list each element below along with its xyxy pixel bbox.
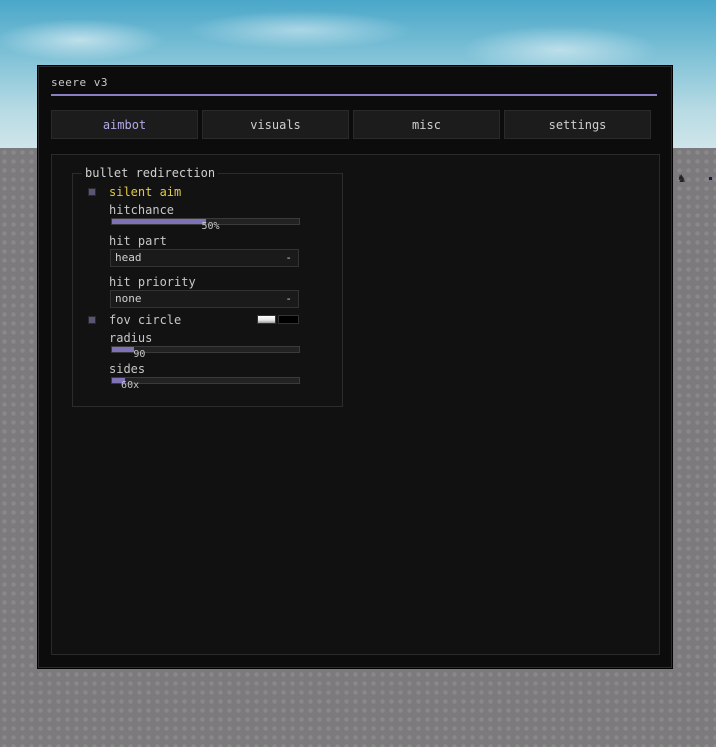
hit-part-dropdown[interactable]: head -: [110, 249, 299, 267]
tab-bar: aimbot visuals misc settings: [51, 110, 657, 140]
silent-aim-checkbox[interactable]: [88, 188, 96, 196]
window-title: seere v3: [51, 76, 108, 89]
section-title: bullet redirection: [82, 166, 219, 180]
radius-value: 90: [133, 349, 146, 360]
hit-part-label: hit part: [109, 234, 167, 248]
dropdown-arrow-icon: -: [285, 292, 292, 305]
title-accent-line: [51, 94, 657, 96]
cheat-menu-window: seere v3 aimbot visuals misc settings bu…: [38, 66, 672, 668]
silent-aim-label: silent aim: [109, 185, 182, 199]
hitchance-slider-fill: [112, 219, 206, 224]
radius-label: radius: [109, 331, 153, 345]
radius-slider-fill: [112, 347, 135, 352]
fov-circle-label: fov circle: [109, 313, 182, 327]
fov-color-swatch-secondary[interactable]: [278, 315, 299, 324]
fov-circle-checkbox[interactable]: [88, 316, 96, 324]
hit-priority-dropdown[interactable]: none -: [110, 290, 299, 308]
tab-aimbot[interactable]: aimbot: [51, 110, 198, 139]
sides-slider[interactable]: [111, 377, 300, 384]
hit-priority-value: none: [115, 292, 142, 305]
hit-part-value: head: [115, 251, 142, 264]
bullet-redirection-section: bullet redirection silent aim hitchance …: [72, 166, 343, 407]
tab-settings[interactable]: settings: [504, 110, 651, 139]
distant-object: [709, 177, 712, 180]
fov-color-swatch-primary[interactable]: [257, 315, 276, 324]
hit-priority-label: hit priority: [109, 275, 196, 289]
sides-value: 60x: [121, 380, 140, 391]
dropdown-arrow-icon: -: [285, 251, 292, 264]
hitchance-label: hitchance: [109, 203, 175, 217]
sides-label: sides: [109, 362, 146, 376]
fov-circle-toggle[interactable]: fov circle: [88, 313, 303, 327]
tab-misc[interactable]: misc: [353, 110, 500, 139]
player-character-icon: ♞: [678, 171, 686, 185]
tab-visuals[interactable]: visuals: [202, 110, 349, 139]
tab-content-panel: bullet redirection silent aim hitchance …: [51, 154, 660, 655]
hitchance-value: 50%: [201, 221, 220, 232]
